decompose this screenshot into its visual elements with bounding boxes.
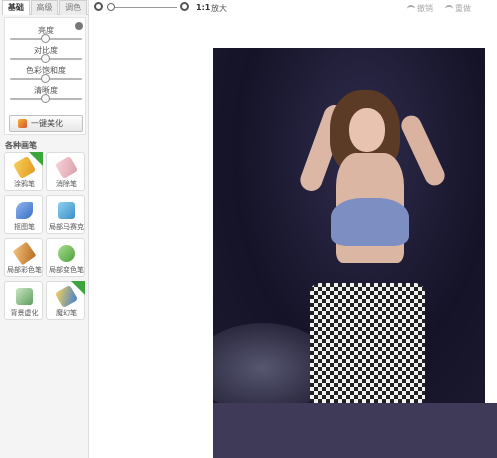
tab-basic[interactable]: 基础 bbox=[2, 0, 30, 15]
brush-label: 局部马赛克 bbox=[49, 223, 84, 231]
brushes-title: 各种画笔 bbox=[5, 141, 37, 150]
enlarge-button[interactable]: 放大 bbox=[211, 3, 227, 14]
cutout-pen-icon bbox=[16, 202, 33, 219]
sharpness-thumb[interactable] bbox=[41, 94, 50, 103]
brush-label: 消除笔 bbox=[56, 180, 77, 188]
top-toolbar: 1:1 放大 撤销 重做 bbox=[89, 0, 497, 16]
brush-cutout[interactable]: 抠图笔 bbox=[4, 195, 43, 234]
contrast-thumb[interactable] bbox=[41, 54, 50, 63]
brush-label: 局部变色笔 bbox=[49, 266, 84, 274]
redo-label: 重做 bbox=[455, 4, 471, 13]
adjust-panel: 亮度 对比度 色彩饱和度 清晰度 一键美化 bbox=[4, 17, 86, 135]
brush-eraser[interactable]: 消除笔 bbox=[46, 152, 85, 191]
brush-label: 抠图笔 bbox=[14, 223, 35, 231]
tab-color[interactable]: 调色 bbox=[59, 0, 88, 15]
photo bbox=[213, 48, 485, 403]
brush-doodle[interactable]: 涂鸦笔 bbox=[4, 152, 43, 191]
photo-top bbox=[331, 198, 409, 246]
photo-face bbox=[349, 108, 385, 152]
one-click-beautify-button[interactable]: 一键美化 bbox=[9, 115, 83, 132]
photo-shorts bbox=[310, 283, 425, 403]
left-panel: 基础 高级 调色 亮度 对比度 色彩饱和度 清晰度 一键美化 各种画笔 涂鸦笔 … bbox=[0, 0, 89, 458]
brush-label: 魔幻笔 bbox=[56, 309, 77, 317]
photo-arm-right bbox=[398, 112, 448, 189]
undo-label: 撤销 bbox=[417, 4, 433, 13]
actual-size-button[interactable]: 1:1 bbox=[196, 3, 210, 12]
tab-bar: 基础 高级 调色 bbox=[2, 0, 88, 15]
brush-mosaic[interactable]: 局部马赛克 bbox=[46, 195, 85, 234]
saturation-thumb[interactable] bbox=[41, 74, 50, 83]
eraser-icon bbox=[54, 155, 79, 180]
redo-icon bbox=[445, 5, 453, 11]
brush-label: 背景虚化 bbox=[10, 309, 39, 317]
brush-blur[interactable]: 背景虚化 bbox=[4, 281, 43, 320]
new-ribbon bbox=[29, 152, 43, 166]
color-change-icon bbox=[58, 245, 75, 262]
undo-button[interactable]: 撤销 bbox=[407, 3, 433, 14]
zoom-out-icon[interactable] bbox=[94, 2, 103, 11]
mosaic-icon bbox=[58, 202, 75, 219]
blur-icon bbox=[16, 288, 33, 305]
zoom-in-icon[interactable] bbox=[180, 2, 189, 11]
tab-advanced[interactable]: 高级 bbox=[30, 0, 59, 15]
zoom-slider-thumb[interactable] bbox=[107, 3, 115, 11]
brush-color-change[interactable]: 局部变色笔 bbox=[46, 238, 85, 277]
redo-button[interactable]: 重做 bbox=[445, 3, 471, 14]
zoom-slider-track[interactable] bbox=[107, 7, 177, 8]
photo-bottom-strip bbox=[213, 403, 497, 458]
brush-label: 局部彩色笔 bbox=[7, 266, 42, 274]
undo-icon bbox=[407, 5, 415, 11]
beautify-label: 一键美化 bbox=[31, 119, 63, 128]
brush-local-color[interactable]: 局部彩色笔 bbox=[4, 238, 43, 277]
new-ribbon bbox=[71, 281, 85, 295]
image-canvas[interactable] bbox=[89, 16, 497, 458]
brush-magic[interactable]: 魔幻笔 bbox=[46, 281, 85, 320]
brush-label: 涂鸦笔 bbox=[14, 180, 35, 188]
brightness-thumb[interactable] bbox=[41, 34, 50, 43]
magic-wand-icon bbox=[18, 119, 27, 128]
paint-brush-icon bbox=[12, 241, 37, 266]
